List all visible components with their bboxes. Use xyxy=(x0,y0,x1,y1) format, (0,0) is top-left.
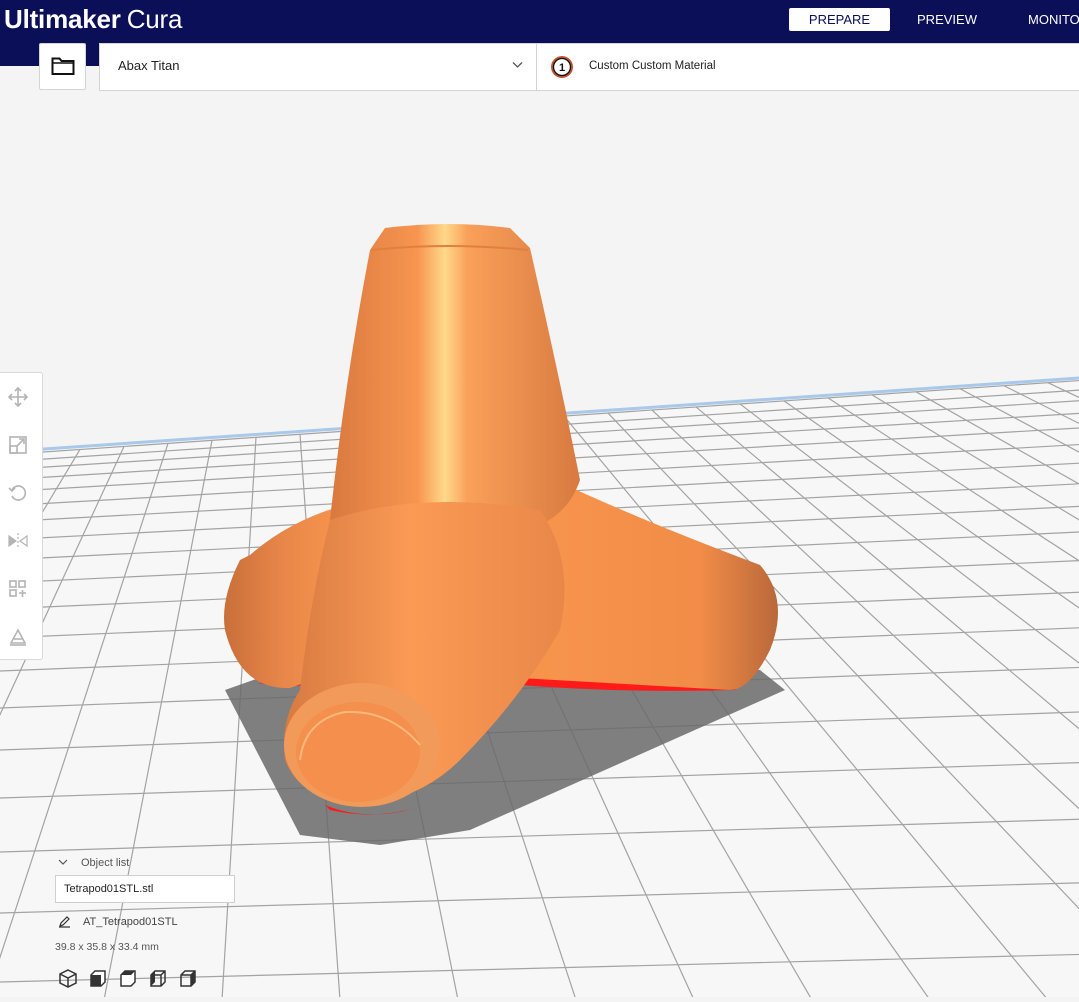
extruder-icon: 1 xyxy=(551,56,573,78)
move-icon xyxy=(8,387,28,407)
3d-viewport[interactable] xyxy=(0,0,1079,1001)
material-name[interactable]: Custom Custom Material xyxy=(589,60,716,72)
support-blocker-tool[interactable] xyxy=(0,617,42,657)
selected-object-label: AT_Tetrapod01STL xyxy=(83,916,178,928)
object-dimensions: 39.8 x 35.8 x 33.4 mm xyxy=(55,941,159,953)
tab-preview[interactable]: PREVIEW xyxy=(905,8,989,31)
app-logo: Ultimaker Cura xyxy=(4,2,182,36)
build-plate-scene[interactable] xyxy=(0,0,1079,1001)
mirror-tool[interactable] xyxy=(0,521,42,561)
move-tool[interactable] xyxy=(0,377,42,417)
mirror-icon xyxy=(8,533,28,549)
view-front-icon[interactable] xyxy=(87,968,109,990)
view-3d-icon[interactable] xyxy=(57,968,79,990)
object-list-title: Object list xyxy=(81,857,130,869)
per-model-settings-icon xyxy=(9,580,26,597)
object-list-item[interactable]: Tetrapod01STL.stl xyxy=(55,875,235,903)
machine-selector-bar: Abax Titan 1 Custom Custom Material xyxy=(99,43,1079,91)
logo-product: Cura xyxy=(126,4,183,34)
object-list-panel: Object list Tetrapod01STL.stl AT_Tetrapo… xyxy=(55,855,305,995)
tab-prepare[interactable]: PREPARE xyxy=(789,8,890,31)
view-right-icon[interactable] xyxy=(177,968,199,990)
scale-icon xyxy=(9,436,27,454)
printer-selector[interactable]: Abax Titan xyxy=(100,44,537,90)
rotate-icon xyxy=(8,485,27,501)
tab-monitor[interactable]: MONITOR xyxy=(1010,8,1079,31)
chevron-down-icon xyxy=(58,859,68,865)
view-left-icon[interactable] xyxy=(147,968,169,990)
logo-brand: Ultimaker xyxy=(4,4,121,34)
extruder-number: 1 xyxy=(559,62,565,74)
folder-icon xyxy=(51,57,75,75)
support-blocker-icon xyxy=(9,628,27,646)
rotate-tool[interactable] xyxy=(0,473,42,513)
view-top-icon[interactable] xyxy=(117,968,139,990)
open-file-button[interactable] xyxy=(39,43,86,90)
chevron-down-icon xyxy=(512,62,523,68)
printer-name: Abax Titan xyxy=(118,58,180,73)
pencil-icon xyxy=(59,916,70,928)
scale-tool[interactable] xyxy=(0,425,42,465)
tool-panel xyxy=(0,372,43,660)
header-bar: UltimakerCura PREPARE PREVIEW MONITOR xyxy=(0,0,1079,40)
per-model-settings-tool[interactable] xyxy=(0,569,42,609)
